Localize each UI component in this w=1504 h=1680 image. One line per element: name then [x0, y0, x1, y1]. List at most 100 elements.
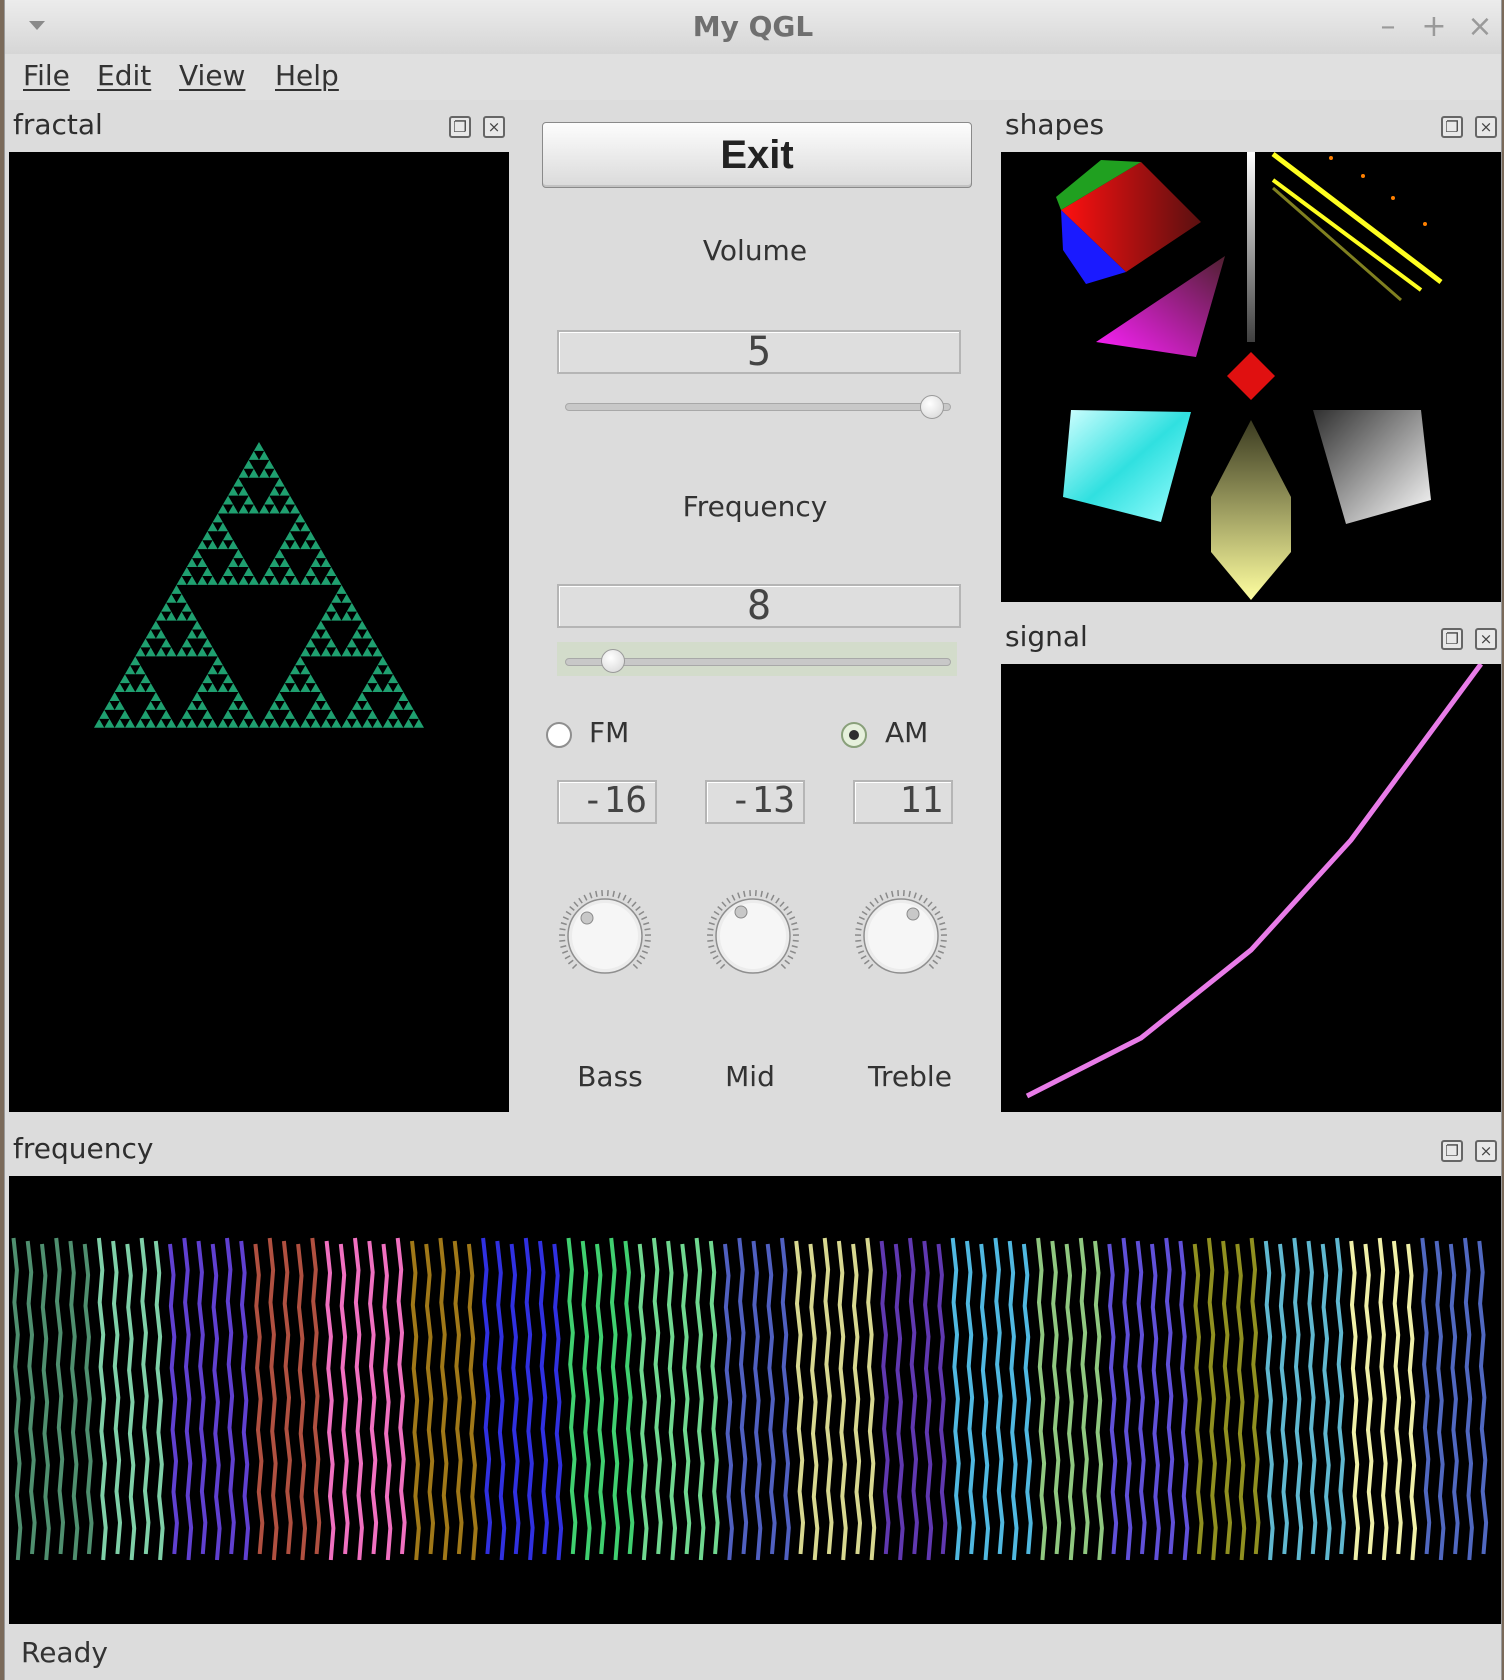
mid-dial-knob[interactable] [705, 888, 801, 984]
fractal-triangle [346, 709, 357, 719]
fractal-triangle [222, 674, 234, 684]
maximize-icon[interactable]: + [1419, 12, 1449, 42]
fractal-triangle [269, 486, 280, 496]
am-radio[interactable] [841, 722, 867, 748]
shapes-float-icon[interactable]: ❐ [1441, 116, 1463, 138]
frequency-slider-handle[interactable] [601, 649, 626, 673]
fractal-triangle [248, 450, 259, 460]
dial-tick [789, 916, 796, 921]
fractal-close-icon[interactable]: × [483, 116, 505, 138]
fractal-triangle [243, 459, 254, 469]
fractal-triangle [212, 656, 223, 666]
fractal-triangle [408, 709, 419, 719]
shapes-dock-title: shapes [1005, 108, 1105, 141]
fm-radio[interactable] [546, 722, 572, 748]
menu-file[interactable]: File [23, 59, 70, 92]
fractal-triangle [362, 718, 373, 728]
fractal-triangle [346, 602, 357, 612]
volume-lcd: 5 [557, 329, 961, 375]
volume-slider-handle[interactable] [919, 395, 944, 419]
dial-tick [770, 894, 775, 901]
fractal-triangle [140, 674, 151, 684]
dial-tick [712, 955, 719, 960]
dial-tick [612, 890, 615, 897]
dial-tick [928, 963, 935, 970]
fractal-triangle [398, 692, 409, 701]
fractal-triangle [197, 718, 208, 728]
fractal-triangle [238, 558, 249, 568]
dial-tick [573, 901, 579, 907]
wave-stroke [182, 1237, 194, 1561]
minimize-icon[interactable]: – [1373, 12, 1403, 42]
bass-dial-knob[interactable] [557, 888, 653, 984]
menu-edit[interactable]: Edit [97, 59, 151, 92]
fractal-triangle [393, 700, 404, 710]
fractal-triangle [191, 692, 203, 701]
bass-lcd: -16 [557, 780, 657, 824]
wave-stroke [68, 1240, 80, 1561]
fractal-triangle [274, 692, 285, 701]
wave-stroke [25, 1240, 37, 1555]
fractal-triangle [248, 718, 259, 728]
fractal-triangle [181, 567, 192, 576]
fractal-triangle [393, 683, 404, 693]
frequency-label: Frequency [682, 490, 828, 523]
volume-slider-groove[interactable] [565, 403, 951, 411]
dial-tick [636, 959, 643, 965]
dial-tick [743, 890, 746, 897]
fractal-triangle [238, 468, 249, 478]
dial-tick [931, 905, 937, 911]
fractal-triangle [243, 567, 254, 576]
menu-view[interactable]: View [179, 59, 245, 92]
menu-help[interactable]: Help [275, 59, 339, 92]
fractal-triangle [238, 700, 249, 710]
fractal-triangle [279, 486, 290, 496]
wave-stroke [723, 1243, 734, 1561]
fractal-triangle [197, 700, 208, 710]
wave-stroke [808, 1243, 820, 1561]
dial-tick [855, 928, 862, 931]
fractal-triangle [248, 575, 259, 585]
fractal-triangle [305, 709, 316, 719]
wave-stroke [979, 1243, 991, 1561]
signal-close-icon[interactable]: × [1475, 628, 1497, 650]
dial-tick [719, 963, 726, 970]
fractal-triangle [320, 558, 332, 568]
dial-face [720, 903, 786, 969]
dial-indicator [734, 905, 748, 919]
fractal-triangle [217, 718, 229, 728]
treble-dial-knob[interactable] [853, 888, 949, 984]
signal-float-icon[interactable]: ❐ [1441, 628, 1463, 650]
vertical-pole [1247, 152, 1255, 342]
fractal-triangle [243, 709, 254, 719]
fractal-float-icon[interactable]: ❐ [449, 116, 471, 138]
mid-dial[interactable] [705, 888, 801, 984]
fractal-triangle [346, 638, 357, 648]
close-window-icon[interactable]: × [1465, 12, 1495, 42]
wave-stroke [1477, 1240, 1489, 1555]
wave-stroke [1192, 1243, 1204, 1555]
dial-tick [860, 955, 867, 960]
dial-tick [643, 922, 650, 926]
fractal-triangle [207, 540, 218, 550]
exit-button[interactable]: Exit [542, 122, 972, 188]
wave-stroke [509, 1243, 521, 1555]
fractal-triangle [284, 674, 296, 684]
fractal-triangle [176, 647, 187, 657]
bass-dial[interactable] [557, 888, 653, 984]
wave-stroke [1420, 1237, 1432, 1555]
frequency-float-icon[interactable]: ❐ [1441, 1140, 1463, 1162]
fractal-triangle [372, 718, 383, 728]
wave-stroke [609, 1237, 621, 1561]
fractal-triangle [320, 575, 332, 585]
wave-stroke [410, 1240, 421, 1561]
dial-tick [562, 916, 569, 921]
treble-dial[interactable] [853, 888, 949, 984]
dial-tick [934, 910, 941, 916]
shapes-close-icon[interactable]: × [1475, 116, 1497, 138]
fractal-triangle [289, 683, 301, 693]
frequency-close-icon[interactable]: × [1475, 1140, 1497, 1162]
dial-tick [578, 897, 583, 904]
wave-stroke [111, 1240, 123, 1555]
fractal-triangle [259, 575, 270, 585]
